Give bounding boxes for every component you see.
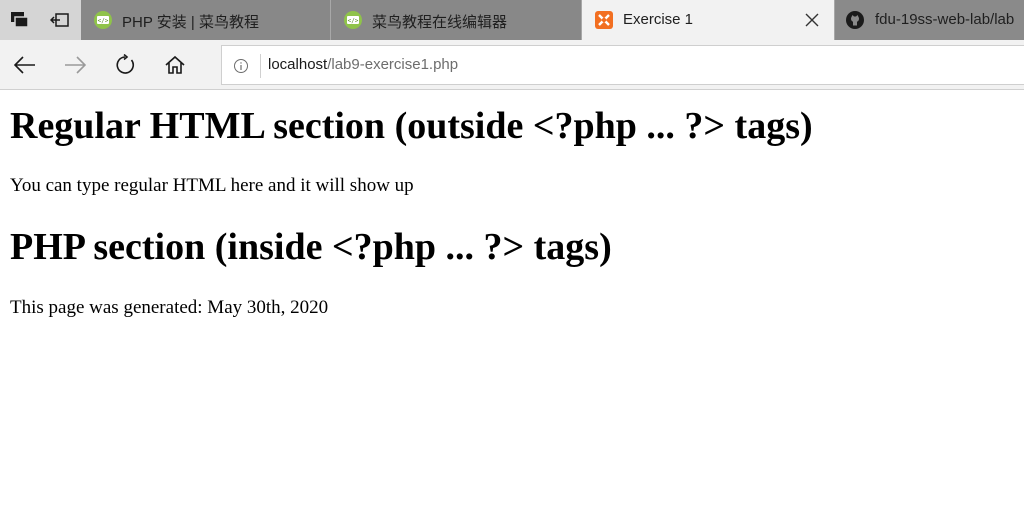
paragraph-regular-html: You can type regular HTML here and it wi… [10, 175, 414, 196]
heading-php-section: PHP section (inside <?php ... ?> tags) [10, 226, 612, 268]
home-button[interactable] [160, 50, 190, 80]
arrow-left-icon [14, 56, 35, 74]
tab-title: Exercise 1 [623, 11, 694, 28]
url-host: localhost [268, 56, 328, 73]
tab-exercise-1[interactable]: Exercise 1 [582, 0, 835, 40]
arrow-right-icon [65, 56, 86, 74]
svg-text:</>: </> [348, 18, 359, 25]
tab-title: 菜鸟教程在线编辑器 [372, 14, 508, 31]
home-icon [165, 55, 185, 74]
github-icon [846, 11, 864, 29]
heading-regular-html: Regular HTML section (outside <?php ... … [10, 105, 813, 147]
refresh-icon [116, 54, 135, 74]
back-button[interactable] [10, 50, 40, 80]
tab-title: fdu-19ss-web-lab/lab [875, 11, 1015, 28]
tab-github-repo[interactable]: fdu-19ss-web-lab/lab [835, 0, 1024, 40]
tab-manager-button[interactable] [0, 0, 40, 40]
page-content: Regular HTML section (outside <?php ... … [0, 91, 1024, 528]
tab-php-install[interactable]: </> PHP 安装 | 菜鸟教程 [81, 0, 331, 40]
runoob-favicon-icon: </> [344, 11, 362, 29]
url-path: /lab9-exercise1.php [327, 56, 459, 73]
address-divider [260, 54, 261, 78]
tab-title: PHP 安装 | 菜鸟教程 [122, 14, 259, 31]
url-text[interactable]: localhost/lab9-exercise1.php [268, 56, 458, 73]
tab-runoob-editor[interactable]: </> 菜鸟教程在线编辑器 [331, 0, 582, 40]
tabs-stack-icon [11, 12, 29, 28]
forward-button[interactable] [60, 50, 90, 80]
tabs-aside-icon [50, 13, 69, 27]
refresh-button[interactable] [110, 50, 140, 80]
xampp-favicon-icon [595, 11, 613, 29]
navigation-bar: localhost/lab9-exercise1.php [0, 40, 1024, 90]
info-icon[interactable] [233, 58, 249, 74]
address-bar[interactable]: localhost/lab9-exercise1.php [221, 45, 1024, 85]
tab-strip: </> PHP 安装 | 菜鸟教程 </> 菜鸟教程在线编辑器 Exercise… [0, 0, 1024, 40]
paragraph-generated-date: This page was generated: May 30th, 2020 [10, 297, 329, 318]
runoob-favicon-icon: </> [94, 11, 112, 29]
svg-text:</>: </> [98, 18, 109, 25]
close-tab-icon[interactable] [804, 12, 820, 28]
set-tabs-aside-button[interactable] [40, 0, 80, 40]
